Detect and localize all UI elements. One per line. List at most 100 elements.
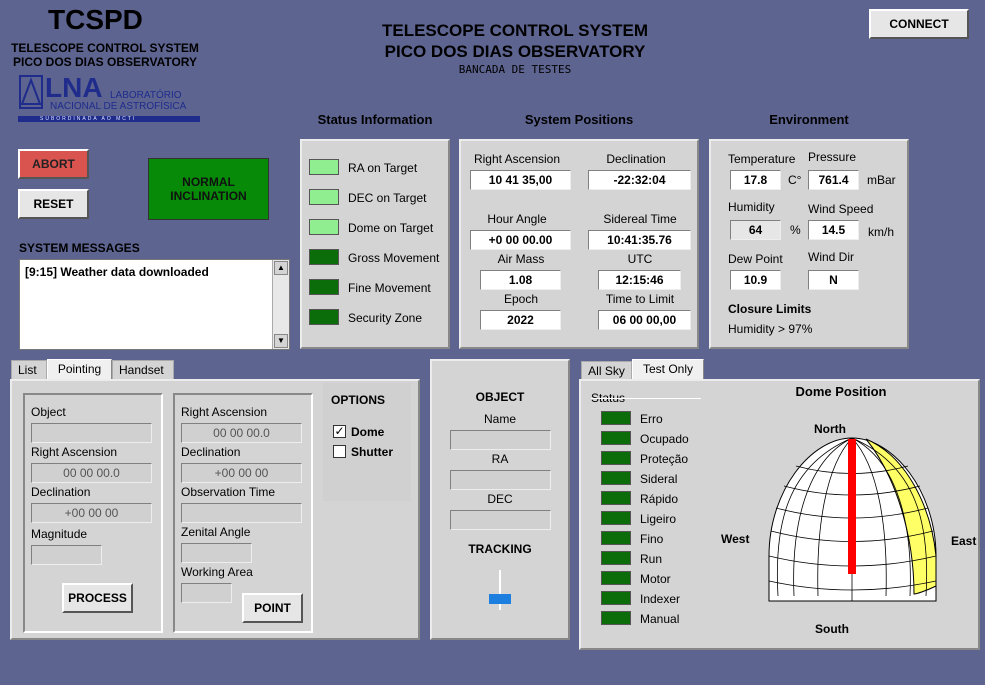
dome-status-led	[601, 411, 631, 425]
point-ra-label: Right Ascension	[181, 405, 268, 419]
logo-line2: NACIONAL DE ASTROFÍSICA	[50, 101, 187, 112]
dome-status-led	[601, 471, 631, 485]
wind-dir-label: Wind Dir	[808, 250, 855, 264]
status-item-label: RA on Target	[348, 161, 418, 175]
dome-status-led	[601, 571, 631, 585]
dome-west-label: West	[721, 532, 750, 546]
connect-button[interactable]: CONNECT	[869, 9, 969, 39]
scroll-up-icon[interactable]: ▲	[274, 261, 288, 275]
dome-status-led	[601, 531, 631, 545]
ra-value: 10 41 35,00	[470, 170, 571, 190]
tab-test-only[interactable]: Test Only	[632, 359, 704, 381]
system-messages-box[interactable]: [9:15] Weather data downloaded ▲ ▼	[19, 259, 290, 350]
inclination-indicator: NORMAL INCLINATION	[148, 158, 269, 220]
shutter-option-label: Shutter	[351, 445, 393, 459]
dec-label: Declination	[606, 152, 666, 166]
epoch-value: 2022	[480, 310, 561, 330]
object-ra-label: Right Ascension	[31, 445, 118, 459]
object-panel: OBJECT Name RA DEC TRACKING	[430, 359, 570, 640]
object-input[interactable]	[31, 423, 152, 443]
observation-time-input[interactable]	[181, 503, 302, 523]
dome-status-label-item: Ligeiro	[640, 512, 677, 526]
abort-button[interactable]: ABORT	[18, 149, 89, 179]
positions-panel: Right Ascension Declination 10 41 35,00 …	[459, 139, 699, 349]
zenital-angle-input[interactable]	[181, 543, 252, 563]
logo-letters: LNA	[45, 72, 103, 103]
system-message-line: [9:15] Weather data downloaded	[25, 265, 209, 279]
tracking-slider-thumb[interactable]	[489, 594, 511, 604]
dome-status-label-item: Indexer	[640, 592, 681, 606]
dew-point-value: 10.9	[730, 270, 781, 290]
point-dec-label: Declination	[181, 445, 241, 459]
magnitude-label: Magnitude	[31, 527, 88, 541]
shutter-checkbox[interactable]	[333, 445, 346, 458]
process-button[interactable]: PROCESS	[62, 583, 133, 613]
environment-panel: Temperature Pressure 17.8 C° 761.4 mBar …	[709, 139, 909, 349]
object-entry-group: Object Right Ascension 00 00 00.0 Declin…	[23, 393, 163, 633]
object-name-field[interactable]	[450, 430, 551, 450]
reset-button[interactable]: RESET	[18, 189, 89, 219]
object-dec-field[interactable]	[450, 510, 551, 530]
tab-pointing[interactable]: Pointing	[47, 359, 112, 381]
status-led	[309, 159, 339, 175]
hour-angle-label: Hour Angle	[487, 212, 547, 226]
status-item-label: Gross Movement	[348, 251, 440, 265]
tracking-label: TRACKING	[468, 542, 532, 556]
positions-title: System Positions	[524, 112, 634, 127]
point-group: Right Ascension 00 00 00.0 Declination +…	[173, 393, 313, 633]
dome-wireframe	[768, 437, 937, 602]
point-ra-input[interactable]: 00 00 00.0	[181, 423, 302, 443]
status-led	[309, 219, 339, 235]
dome-checkbox[interactable]: ✓	[333, 425, 346, 438]
hour-angle-value: +0 00 00.00	[470, 230, 571, 250]
dome-option-label: Dome	[351, 425, 385, 439]
time-to-limit-value: 06 00 00,00	[598, 310, 691, 330]
closure-limits-title: Closure Limits	[728, 302, 812, 316]
object-dec-input[interactable]: +00 00 00	[31, 503, 152, 523]
tab-handset[interactable]: Handset	[112, 360, 174, 380]
tab-all-sky[interactable]: All Sky	[581, 361, 632, 381]
dome-status-led	[601, 451, 631, 465]
dome-status-label-item: Motor	[640, 572, 671, 586]
working-area-input[interactable]	[181, 583, 232, 603]
wind-speed-value: 14.5	[808, 220, 859, 240]
tracking-slider-track[interactable]	[499, 570, 501, 610]
status-title: Status Information	[317, 112, 433, 127]
pointing-panel: Object Right Ascension 00 00 00.0 Declin…	[10, 379, 420, 640]
sidereal-time-label: Sidereal Time	[603, 212, 677, 226]
dome-north-label: North	[814, 422, 846, 436]
status-panel: RA on Target DEC on Target Dome on Target G…	[300, 139, 450, 349]
sidereal-time-value: 10:41:35.76	[588, 230, 691, 250]
dome-south-label: South	[815, 622, 849, 636]
dew-point-label: Dew Point	[728, 252, 783, 266]
status-item-label: Security Zone	[348, 311, 423, 325]
air-mass-value: 1.08	[480, 270, 561, 290]
app-brand-title: TCSPD	[48, 4, 143, 35]
object-ra-field[interactable]	[450, 470, 551, 490]
utc-value: 12:15:46	[598, 270, 681, 290]
object-ra-input[interactable]: 00 00 00.0	[31, 463, 152, 483]
dome-status-led	[601, 431, 631, 445]
dome-status-label-item: Manual	[640, 612, 680, 626]
magnitude-input[interactable]	[31, 545, 102, 565]
dome-status-led	[601, 491, 631, 505]
point-dec-input[interactable]: +00 00 00	[181, 463, 302, 483]
dome-status-label-item: Fino	[640, 532, 664, 546]
pressure-unit: mBar	[867, 173, 896, 187]
object-dec-field-label: DEC	[487, 492, 513, 506]
dome-status-label-item: Proteção	[640, 452, 689, 466]
dome-status-label-item: Rápido	[640, 492, 679, 506]
scroll-down-icon[interactable]: ▼	[274, 334, 288, 348]
ra-label: Right Ascension	[473, 152, 561, 166]
dome-status-label-item: Sideral	[640, 472, 678, 486]
point-button[interactable]: POINT	[242, 593, 303, 623]
temperature-unit: C°	[788, 173, 802, 187]
working-area-label: Working Area	[181, 565, 253, 579]
status-item-label: DEC on Target	[348, 191, 427, 205]
tab-list[interactable]: List	[11, 360, 47, 380]
messages-scrollbar[interactable]: ▲ ▼	[272, 260, 289, 349]
page-title: TELESCOPE CONTROL SYSTEM	[381, 21, 649, 40]
epoch-label: Epoch	[503, 292, 539, 306]
status-divider	[591, 398, 701, 399]
status-item-label: Dome on Target	[348, 221, 434, 235]
